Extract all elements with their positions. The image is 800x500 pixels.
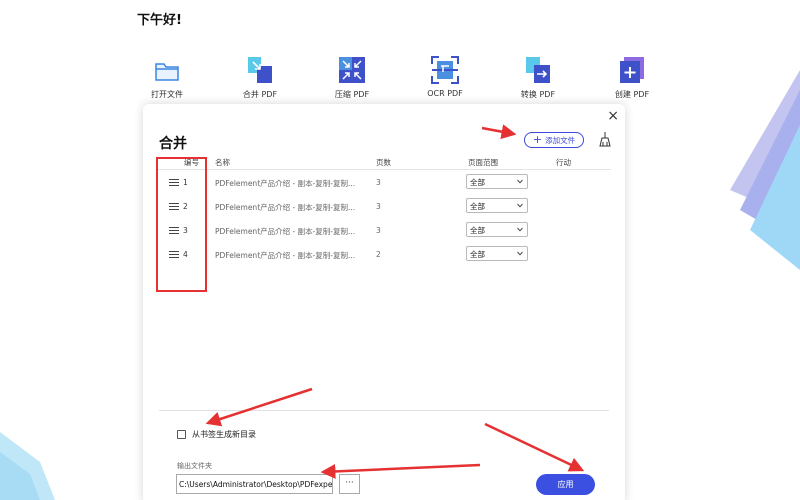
page-range-value: 全部 — [470, 250, 485, 259]
divider — [159, 410, 609, 411]
broom-icon[interactable] — [598, 131, 612, 147]
table-row: 3 PDFelement产品介绍 - 副本-复制-复制... 3 全部 — [157, 219, 611, 243]
tool-create-pdf[interactable]: 创建 PDF — [592, 55, 672, 100]
background-decoration-left — [0, 432, 55, 500]
tool-open-file[interactable]: 打开文件 — [127, 55, 207, 100]
annotation-highlight-box — [156, 157, 207, 292]
file-name: PDFelement产品介绍 - 副本-复制-复制... — [215, 203, 356, 212]
bookmark-label: 从书签生成新目录 — [192, 430, 256, 439]
tool-label: OCR PDF — [427, 89, 463, 98]
chevron-down-icon — [517, 251, 523, 256]
header-pages: 页数 — [376, 158, 391, 167]
page-range-select[interactable]: 全部 — [466, 222, 528, 237]
tool-label: 压缩 PDF — [334, 90, 370, 99]
bookmark-checkbox[interactable] — [177, 430, 186, 439]
ocr-icon — [431, 56, 459, 84]
convert-icon — [526, 57, 550, 83]
apply-button[interactable]: 应用 — [536, 474, 595, 495]
quick-tools-bar: 打开文件 合并 PDF 压缩 PDF OCR PDF 转换 PDF 创建 PDF — [0, 55, 800, 105]
header-range: 页面范围 — [468, 158, 498, 167]
table-row: 4 PDFelement产品介绍 - 副本-复制-复制... 2 全部 — [157, 243, 611, 267]
dialog-title: 合并 — [159, 136, 187, 152]
file-name: PDFelement产品介绍 - 副本-复制-复制... — [215, 179, 356, 188]
header-name: 名称 — [215, 158, 230, 167]
chevron-down-icon — [517, 227, 523, 232]
tool-convert-pdf[interactable]: 转换 PDF — [498, 55, 578, 100]
create-icon — [620, 57, 644, 83]
add-file-label: 添加文件 — [545, 135, 576, 145]
file-name: PDFelement产品介绍 - 副本-复制-复制... — [215, 227, 356, 236]
page-count: 3 — [376, 202, 381, 211]
merge-icon — [248, 57, 272, 83]
close-icon[interactable]: × — [607, 109, 619, 123]
chevron-down-icon — [517, 179, 523, 184]
page-count: 2 — [376, 250, 381, 259]
tool-label: 转换 PDF — [520, 90, 556, 99]
merge-dialog: × 合并 + 添加文件 编号 名称 页数 页面范围 行动 1 PDFelemen… — [143, 104, 625, 500]
chevron-down-icon — [517, 203, 523, 208]
output-folder-label: 输出文件夹 — [177, 462, 212, 470]
bookmark-option: 从书签生成新目录 — [177, 429, 256, 440]
page-range-value: 全部 — [470, 178, 485, 187]
browse-button[interactable]: ··· — [339, 474, 360, 494]
page-count: 3 — [376, 226, 381, 235]
greeting-heading: 下午好! — [137, 13, 182, 28]
output-path-field[interactable]: C:\Users\Administrator\Desktop\PDFexpert — [176, 474, 333, 494]
page-range-value: 全部 — [470, 202, 485, 211]
folder-icon — [155, 63, 179, 81]
table-row: 1 PDFelement产品介绍 - 副本-复制-复制... 3 全部 — [157, 171, 611, 195]
page-count: 3 — [376, 178, 381, 187]
tool-label: 打开文件 — [151, 90, 183, 99]
tool-ocr-pdf[interactable]: OCR PDF — [405, 55, 485, 98]
table-row: 2 PDFelement产品介绍 - 副本-复制-复制... 3 全部 — [157, 195, 611, 219]
add-file-button[interactable]: + 添加文件 — [524, 132, 584, 148]
table-header: 编号 名称 页数 页面范围 行动 — [157, 156, 611, 170]
header-action: 行动 — [556, 158, 571, 167]
tool-label: 创建 PDF — [614, 90, 650, 99]
plus-icon: + — [532, 133, 543, 146]
page-range-select[interactable]: 全部 — [466, 198, 528, 213]
tool-compress-pdf[interactable]: 压缩 PDF — [312, 55, 392, 100]
file-name: PDFelement产品介绍 - 副本-复制-复制... — [215, 251, 356, 260]
page-range-select[interactable]: 全部 — [466, 174, 528, 189]
page-range-select[interactable]: 全部 — [466, 246, 528, 261]
page-range-value: 全部 — [470, 226, 485, 235]
compress-icon — [339, 57, 365, 83]
tool-merge-pdf[interactable]: 合并 PDF — [220, 55, 300, 100]
tool-label: 合并 PDF — [242, 90, 278, 99]
